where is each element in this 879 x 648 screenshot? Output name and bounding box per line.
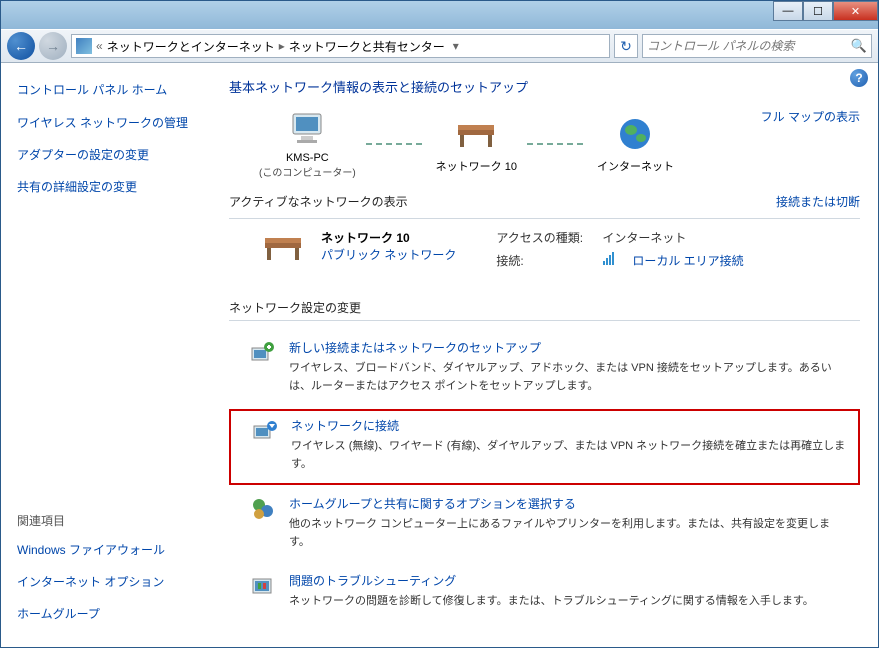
node-pc-name: KMS-PC [259, 152, 356, 164]
control-panel-home-link[interactable]: コントロール パネル ホーム [17, 81, 201, 98]
node-pc-sub: (このコンピューター) [259, 164, 356, 179]
search-icon[interactable]: 🔍 [851, 38, 867, 54]
sidebar-related-firewall[interactable]: Windows ファイアウォール [17, 541, 201, 559]
breadcrumb-item-network-internet[interactable]: ネットワークとインターネット [107, 38, 275, 55]
active-network-row: ネットワーク 10 パブリック ネットワーク アクセスの種類: インターネット … [229, 229, 860, 275]
setting-connect-network[interactable]: ネットワークに接続 ワイヤレス (無線)、ワイヤード (有線)、ダイヤルアップ、… [229, 409, 860, 485]
node-this-pc: KMS-PC (このコンピューター) [259, 108, 356, 179]
active-network-title: アクティブなネットワークの表示 [229, 193, 408, 210]
sidebar-link-wireless-manage[interactable]: ワイヤレス ネットワークの管理 [17, 114, 201, 132]
signal-icon [602, 252, 616, 269]
homegroup-icon [249, 495, 277, 523]
connection-label: 接続: [496, 252, 586, 269]
node-internet-name: インターネット [597, 158, 674, 174]
bench-icon [452, 114, 500, 154]
node-network-name: ネットワーク 10 [436, 158, 517, 174]
breadcrumb-sep: ▸ [277, 39, 287, 53]
breadcrumb-item-sharing-center[interactable]: ネットワークと共有センター [289, 38, 445, 55]
help-icon[interactable]: ? [850, 69, 868, 87]
maximize-button[interactable]: ☐ [803, 1, 833, 21]
search-input[interactable] [647, 39, 851, 53]
connect-network-icon [251, 417, 279, 445]
back-button[interactable]: ← [7, 32, 35, 60]
settings-section: ネットワーク設定の変更 新しい接続またはネットワークのセットアップ ワイヤレス、… [229, 299, 860, 620]
control-panel-icon [76, 38, 92, 54]
setting-title[interactable]: ネットワークに接続 [291, 417, 848, 434]
sidebar-link-sharing-settings[interactable]: 共有の詳細設定の変更 [17, 178, 201, 196]
active-network-header: アクティブなネットワークの表示 接続または切断 [229, 193, 860, 210]
setting-title[interactable]: 新しい接続またはネットワークのセットアップ [289, 339, 850, 356]
node-internet: インターネット [597, 114, 674, 174]
titlebar: — ☐ ✕ [1, 1, 878, 29]
connection-value-link[interactable]: ローカル エリア接続 [632, 252, 743, 269]
breadcrumb[interactable]: « ネットワークとインターネット ▸ ネットワークと共有センター ▾ [71, 34, 610, 58]
setting-desc: ネットワークの問題を診断して修復します。または、トラブルシューティングに関する情… [289, 593, 814, 611]
setting-desc: 他のネットワーク コンピューター上にあるファイルやプリンターを利用します。または… [289, 516, 850, 551]
sidebar-link-adapter-settings[interactable]: アダプターの設定の変更 [17, 146, 201, 164]
related-items-heading: 関連項目 [17, 512, 201, 529]
setting-troubleshoot[interactable]: 問題のトラブルシューティング ネットワークの問題を診断して修復します。または、ト… [229, 566, 860, 621]
active-network-name: ネットワーク 10 [321, 229, 456, 246]
connection-line [527, 143, 587, 145]
new-connection-icon [249, 339, 277, 367]
troubleshoot-icon [249, 572, 277, 600]
globe-icon [611, 114, 659, 154]
connect-disconnect-link[interactable]: 接続または切断 [776, 193, 860, 210]
setting-homegroup[interactable]: ホームグループと共有に関するオプションを選択する 他のネットワーク コンピュータ… [229, 489, 860, 561]
bench-icon [259, 229, 307, 265]
breadcrumb-dropdown-icon[interactable]: ▾ [447, 39, 465, 53]
network-map: フル マップの表示 KMS-PC (このコンピューター) ネットワーク 10 [229, 108, 860, 179]
close-button[interactable]: ✕ [833, 1, 878, 21]
setting-desc: ワイヤレス、ブロードバンド、ダイヤルアップ、アドホック、または VPN 接続をセ… [289, 360, 850, 395]
main-panel: 基本ネットワーク情報の表示と接続のセットアップ フル マップの表示 KMS-PC… [211, 63, 878, 647]
sidebar-related-internet-options[interactable]: インターネット オプション [17, 573, 201, 591]
access-type-value: インターネット [602, 229, 686, 246]
forward-button[interactable]: → [39, 32, 67, 60]
setting-new-connection[interactable]: 新しい接続またはネットワークのセットアップ ワイヤレス、ブロードバンド、ダイヤル… [229, 333, 860, 405]
breadcrumb-sep: « [94, 39, 105, 53]
settings-title: ネットワーク設定の変更 [229, 299, 860, 321]
window: — ☐ ✕ ← → « ネットワークとインターネット ▸ ネットワークと共有セン… [0, 0, 879, 648]
minimize-button[interactable]: — [773, 1, 803, 21]
sidebar: コントロール パネル ホーム ワイヤレス ネットワークの管理 アダプターの設定の… [1, 63, 211, 647]
access-type-label: アクセスの種類: [496, 229, 586, 246]
setting-title[interactable]: ホームグループと共有に関するオプションを選択する [289, 495, 850, 512]
search-box[interactable]: 🔍 [642, 34, 872, 58]
refresh-button[interactable]: ↻ [614, 34, 638, 58]
navbar: ← → « ネットワークとインターネット ▸ ネットワークと共有センター ▾ ↻… [1, 29, 878, 63]
connection-line [366, 143, 426, 145]
setting-desc: ワイヤレス (無線)、ワイヤード (有線)、ダイヤルアップ、または VPN ネッ… [291, 438, 848, 473]
active-network-type-link[interactable]: パブリック ネットワーク [321, 246, 456, 263]
node-network: ネットワーク 10 [436, 114, 517, 174]
computer-icon [283, 108, 331, 148]
sidebar-related-homegroup[interactable]: ホームグループ [17, 605, 201, 623]
setting-title[interactable]: 問題のトラブルシューティング [289, 572, 814, 589]
full-map-link[interactable]: フル マップの表示 [761, 108, 860, 125]
page-title: 基本ネットワーク情報の表示と接続のセットアップ [229, 77, 860, 96]
content: ? コントロール パネル ホーム ワイヤレス ネットワークの管理 アダプターの設… [1, 63, 878, 647]
